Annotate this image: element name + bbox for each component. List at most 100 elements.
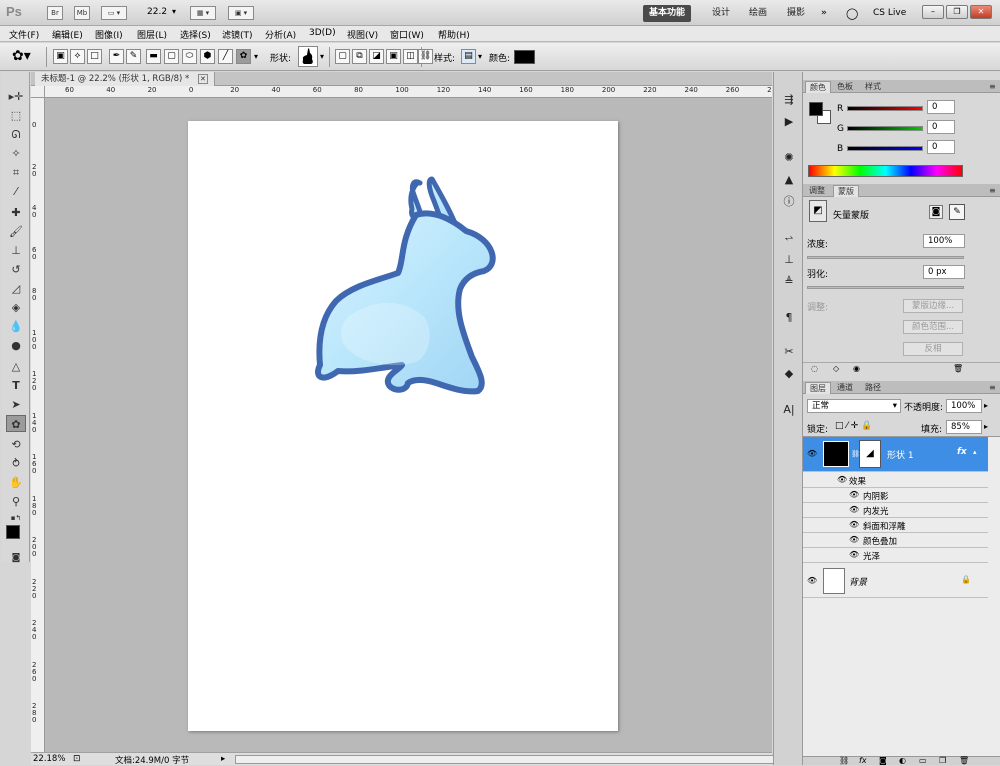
layer-row-background[interactable]: 👁 背景 🔒 xyxy=(803,564,988,598)
menu-file[interactable]: 文件(F) xyxy=(9,28,39,41)
visibility-eye-icon[interactable]: 👁 xyxy=(807,449,817,458)
clone-stamp-panel-icon[interactable]: ⊥ xyxy=(780,252,798,268)
workspace-design[interactable]: 设计 xyxy=(706,5,736,22)
channel-g-slider[interactable] xyxy=(847,126,923,131)
density-input[interactable]: 100% xyxy=(923,234,965,248)
lock-icons[interactable]: □ ⁄ ✛ 🔒 xyxy=(835,421,872,431)
tab-adjustments[interactable]: 调整 xyxy=(805,185,829,197)
foreground-color-box[interactable] xyxy=(809,102,823,116)
arrange-documents-button[interactable]: ▦ ▾ xyxy=(190,6,216,20)
pen-tool-icon[interactable]: ✒ xyxy=(109,49,124,64)
color-range-button[interactable]: 颜色范围... xyxy=(903,320,963,334)
document-tab[interactable]: 未标题-1 @ 22.2% (形状 1, RGB/8) * ✕ xyxy=(35,72,215,86)
color-spectrum-bar[interactable] xyxy=(808,165,963,177)
screen-mode-button[interactable]: ▣ ▾ xyxy=(228,6,254,20)
add-mask-icon[interactable]: ◙ xyxy=(879,756,887,765)
color-swatch[interactable] xyxy=(514,50,535,64)
mini-bridge-button[interactable]: Mb xyxy=(74,6,90,20)
close-document-icon[interactable]: ✕ xyxy=(197,74,208,84)
invert-button[interactable]: 反相 xyxy=(903,342,963,356)
lasso-tool-icon[interactable]: ᘏ xyxy=(6,126,26,143)
menu-select[interactable]: 选择(S) xyxy=(180,28,211,41)
expand-effects-icon[interactable]: ▴ xyxy=(973,448,977,456)
effect-eye-icon[interactable]: 👁 xyxy=(849,550,859,559)
new-adjustment-layer-icon[interactable]: ◐ xyxy=(899,756,906,765)
effect-eye-icon[interactable]: 👁 xyxy=(849,535,859,544)
effect-row[interactable]: 👁 内阴影 xyxy=(803,488,988,503)
new-layer-icon[interactable]: ❐ xyxy=(939,756,946,765)
fill-input[interactable]: 85% xyxy=(946,420,982,434)
character-panel-icon[interactable]: A| xyxy=(780,402,798,418)
effects-row[interactable]: 👁 效果 xyxy=(803,473,988,488)
notes-icon[interactable]: ≜ xyxy=(780,274,798,290)
menu-view[interactable]: 视图(V) xyxy=(347,28,378,41)
3d-orbit-tool-icon[interactable]: ⥁ xyxy=(6,455,26,472)
add-layer-style-icon[interactable]: fx xyxy=(859,756,867,765)
pen-tool-icon[interactable]: △ xyxy=(6,358,26,375)
history-panel-icon[interactable]: ⇶ xyxy=(780,92,798,108)
density-slider[interactable] xyxy=(807,256,964,259)
clone-source-icon[interactable]: ▲ xyxy=(780,172,798,188)
3d-panel-icon[interactable]: ◆ xyxy=(780,366,798,382)
feather-slider[interactable] xyxy=(807,286,964,289)
tab-color[interactable]: 颜色 xyxy=(805,81,831,93)
hand-tool-icon[interactable]: ✋ xyxy=(6,474,26,491)
horizontal-scrollbar[interactable] xyxy=(235,755,790,764)
blend-mode-select[interactable]: 正常 ▾ xyxy=(807,399,901,413)
effect-eye-icon[interactable]: 👁 xyxy=(849,505,859,514)
visibility-eye-icon[interactable]: 👁 xyxy=(807,576,817,585)
add-pixel-mask-icon[interactable]: ◙ xyxy=(929,205,943,219)
3d-rotate-tool-icon[interactable]: ⟲ xyxy=(6,436,26,453)
geometry-options-dropdown[interactable]: ▾ xyxy=(254,52,258,61)
layer-name-shape[interactable]: 形状 1 xyxy=(887,448,914,461)
brush-tool-icon[interactable]: 🖌 xyxy=(6,223,26,240)
channel-b-slider[interactable] xyxy=(847,146,923,151)
line-icon[interactable]: ╱ xyxy=(218,49,233,64)
dodge-tool-icon[interactable]: ● xyxy=(6,337,26,354)
workspace-painting[interactable]: 绘画 xyxy=(743,5,773,22)
foreground-color-swatch[interactable] xyxy=(6,525,20,539)
add-to-shape-area-icon[interactable]: ⧉ xyxy=(352,49,367,64)
tab-swatches[interactable]: 色板 xyxy=(833,81,857,93)
masks-panel-menu-icon[interactable]: ≡ xyxy=(985,185,1000,197)
horizontal-ruler[interactable]: 60 40 20 0 20 40 60 80 100 120 140 160 180 200 220 240 2… xyxy=(45,86,772,98)
status-zoom[interactable]: 22.18% xyxy=(33,754,65,764)
delete-mask-icon[interactable]: 🗑 xyxy=(953,364,963,373)
opacity-slider-arrow-icon[interactable]: ▸ xyxy=(984,401,988,410)
effect-row[interactable]: 👁 颜色叠加 xyxy=(803,533,988,548)
custom-shape-tool-icon[interactable]: ✿ xyxy=(6,415,26,432)
zoom-tool-icon[interactable]: ⚲ xyxy=(6,493,26,510)
restore-button[interactable]: ❐ xyxy=(946,5,968,19)
healing-brush-tool-icon[interactable]: ✚ xyxy=(6,204,26,221)
vertical-ruler[interactable]: 0 2 0 4 0 6 0 8 0 1 0 0 1 2 0 1 4 0 1 6 0 1 8 0 2 … xyxy=(31,98,45,752)
effect-eye-icon[interactable]: 👁 xyxy=(849,490,859,499)
delete-layer-icon[interactable]: 🗑 xyxy=(959,756,969,765)
actions-panel-icon[interactable]: ▶ xyxy=(780,114,798,130)
create-new-shape-layer-icon[interactable]: ▢ xyxy=(335,49,350,64)
load-selection-icon[interactable]: ◌ xyxy=(811,364,818,373)
tab-channels[interactable]: 通道 xyxy=(833,382,857,394)
path-selection-tool-icon[interactable]: ➤ xyxy=(6,396,26,413)
link-layers-icon[interactable]: ⛓ xyxy=(839,756,849,765)
minimize-button[interactable]: – xyxy=(922,5,944,19)
channel-g-input[interactable]: 0 xyxy=(927,120,955,134)
menu-window[interactable]: 窗口(W) xyxy=(390,28,424,41)
marquee-tool-icon[interactable]: ⬚ xyxy=(6,107,26,124)
zoom-level[interactable]: 22.2 xyxy=(147,7,167,17)
ruler-origin[interactable] xyxy=(31,86,45,98)
close-button[interactable]: ✕ xyxy=(970,5,992,19)
more-workspaces-button[interactable]: » xyxy=(815,5,833,22)
paths-icon[interactable]: ⟡ xyxy=(70,49,85,64)
workspace-essentials[interactable]: 基本功能 xyxy=(643,5,692,22)
tab-paths[interactable]: 路径 xyxy=(861,382,885,394)
add-vector-mask-icon[interactable]: ✎ xyxy=(949,204,965,220)
style-picker-dropdown[interactable]: ▾ xyxy=(478,52,482,61)
custom-shape-tool-preset-icon[interactable]: ✿▾ xyxy=(12,48,31,64)
menu-help[interactable]: 帮助(H) xyxy=(438,28,470,41)
exclude-overlapping-icon[interactable]: ◫ xyxy=(403,49,418,64)
rounded-rectangle-icon[interactable]: ▢ xyxy=(164,49,179,64)
menu-3d[interactable]: 3D(D) xyxy=(309,28,336,38)
channel-b-input[interactable]: 0 xyxy=(927,140,955,154)
status-info-icon[interactable]: ⊡ xyxy=(73,754,81,764)
fill-pixels-icon[interactable]: □ xyxy=(87,49,102,64)
